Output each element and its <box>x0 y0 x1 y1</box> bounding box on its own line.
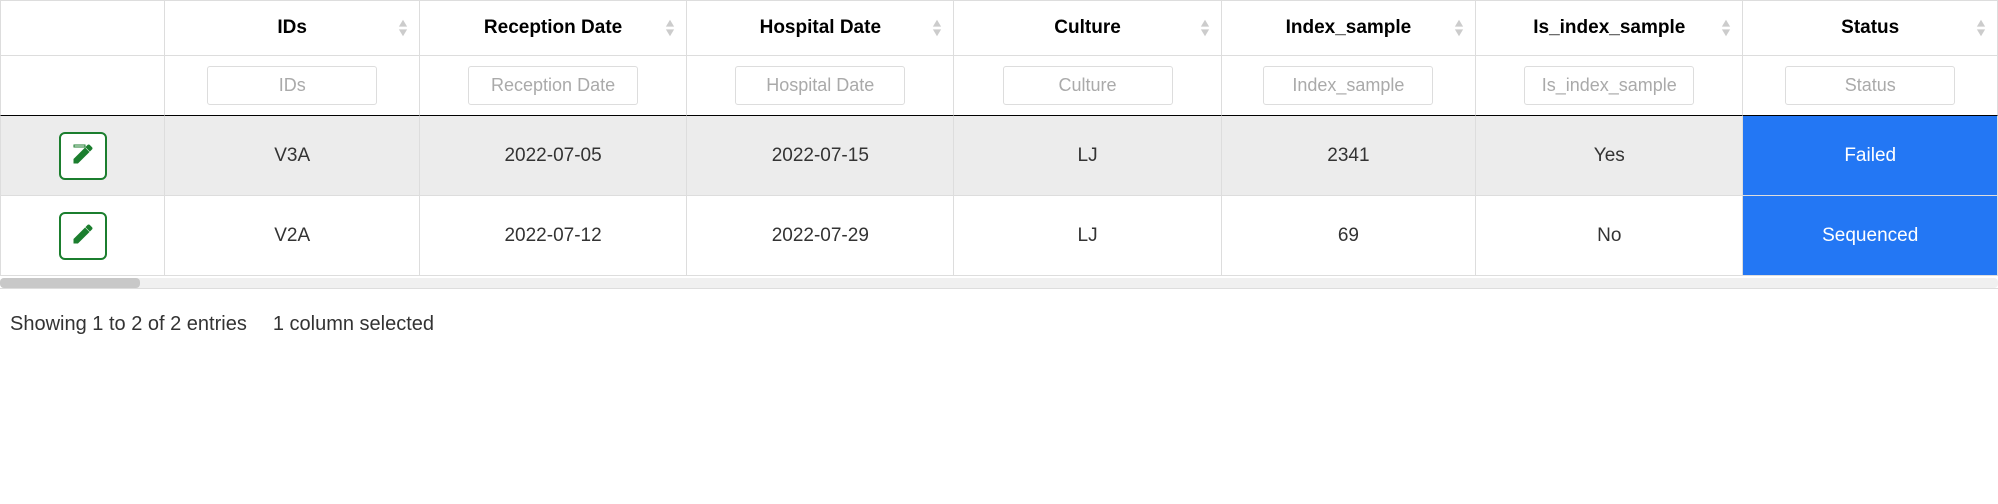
filter-cult-cell <box>954 56 1221 116</box>
sort-icon[interactable] <box>664 17 676 39</box>
header-ids[interactable]: IDs <box>165 0 420 56</box>
filter-is-index-sample-input[interactable] <box>1524 66 1694 105</box>
header-label: Hospital Date <box>760 17 881 38</box>
cell-status[interactable]: Sequenced <box>1743 196 1998 276</box>
sort-icon[interactable] <box>931 17 943 39</box>
table-row[interactable]: V3A 2022-07-05 2022-07-15 LJ 2341 Yes Fa… <box>0 116 1998 196</box>
edit-button[interactable] <box>59 212 107 260</box>
data-table: IDs Reception Date Hospital Date <box>0 0 1998 276</box>
cell-status[interactable]: Failed <box>1743 116 1998 196</box>
header-culture[interactable]: Culture <box>954 0 1221 56</box>
sort-icon[interactable] <box>1199 17 1211 39</box>
header-label: Culture <box>1054 17 1121 38</box>
filter-ids-cell <box>165 56 420 116</box>
scrollbar-thumb[interactable] <box>0 278 140 288</box>
filter-reception-date-input[interactable] <box>468 66 638 105</box>
table-scroll-container: IDs Reception Date Hospital Date <box>0 0 1998 289</box>
cell-index-sample[interactable]: 69 <box>1222 196 1477 276</box>
header-label: Reception Date <box>484 17 622 38</box>
filter-status-input[interactable] <box>1785 66 1955 105</box>
cell-culture[interactable]: LJ <box>954 116 1221 196</box>
filter-recep-cell <box>420 56 687 116</box>
cell-index-sample[interactable]: 2341 <box>1222 116 1477 196</box>
cell-hospital-date[interactable]: 2022-07-15 <box>687 116 954 196</box>
cell-edit <box>0 116 165 196</box>
filter-isidx-cell <box>1476 56 1743 116</box>
cell-hospital-date[interactable]: 2022-07-29 <box>687 196 954 276</box>
header-label: Index_sample <box>1286 17 1412 38</box>
sort-icon[interactable] <box>1975 17 1987 39</box>
cell-ids[interactable]: V3A <box>165 116 420 196</box>
table-footer: Showing 1 to 2 of 2 entries 1 column sel… <box>0 289 1998 346</box>
header-index-sample[interactable]: Index_sample <box>1222 0 1477 56</box>
filter-culture-input[interactable] <box>1003 66 1173 105</box>
filter-index-cell <box>1222 56 1477 116</box>
cell-reception-date[interactable]: 2022-07-12 <box>420 196 687 276</box>
sort-icon[interactable] <box>1453 17 1465 39</box>
cell-is-index-sample[interactable]: Yes <box>1476 116 1743 196</box>
filter-edit <box>0 56 165 116</box>
filter-row <box>0 56 1998 116</box>
edit-icon <box>71 222 95 249</box>
filter-hosp-cell <box>687 56 954 116</box>
sort-icon[interactable] <box>397 17 409 39</box>
header-label: IDs <box>277 17 307 38</box>
header-status[interactable]: Status <box>1743 0 1998 56</box>
entries-info: Showing 1 to 2 of 2 entries <box>10 313 247 336</box>
horizontal-scrollbar[interactable] <box>0 278 1998 288</box>
header-label: Is_index_sample <box>1533 17 1685 38</box>
page-wrapper: IDs Reception Date Hospital Date <box>0 0 1998 346</box>
selection-info: 1 column selected <box>273 313 434 336</box>
sort-icon[interactable] <box>1720 17 1732 39</box>
filter-index-sample-input[interactable] <box>1263 66 1433 105</box>
header-is-index-sample[interactable]: Is_index_sample <box>1476 0 1743 56</box>
filter-hospital-date-input[interactable] <box>735 66 905 105</box>
edit-button[interactable] <box>59 132 107 180</box>
table-row[interactable]: V2A 2022-07-12 2022-07-29 LJ 69 No Seque… <box>0 196 1998 276</box>
filter-status-cell <box>1743 56 1998 116</box>
edit-icon <box>71 142 95 169</box>
header-row: IDs Reception Date Hospital Date <box>0 0 1998 56</box>
header-reception-date[interactable]: Reception Date <box>420 0 687 56</box>
header-label: Status <box>1841 17 1899 38</box>
header-edit <box>0 0 165 56</box>
cell-reception-date[interactable]: 2022-07-05 <box>420 116 687 196</box>
header-hospital-date[interactable]: Hospital Date <box>687 0 954 56</box>
cell-edit <box>0 196 165 276</box>
cell-is-index-sample[interactable]: No <box>1476 196 1743 276</box>
cell-culture[interactable]: LJ <box>954 196 1221 276</box>
cell-ids[interactable]: V2A <box>165 196 420 276</box>
filter-ids-input[interactable] <box>207 66 377 105</box>
